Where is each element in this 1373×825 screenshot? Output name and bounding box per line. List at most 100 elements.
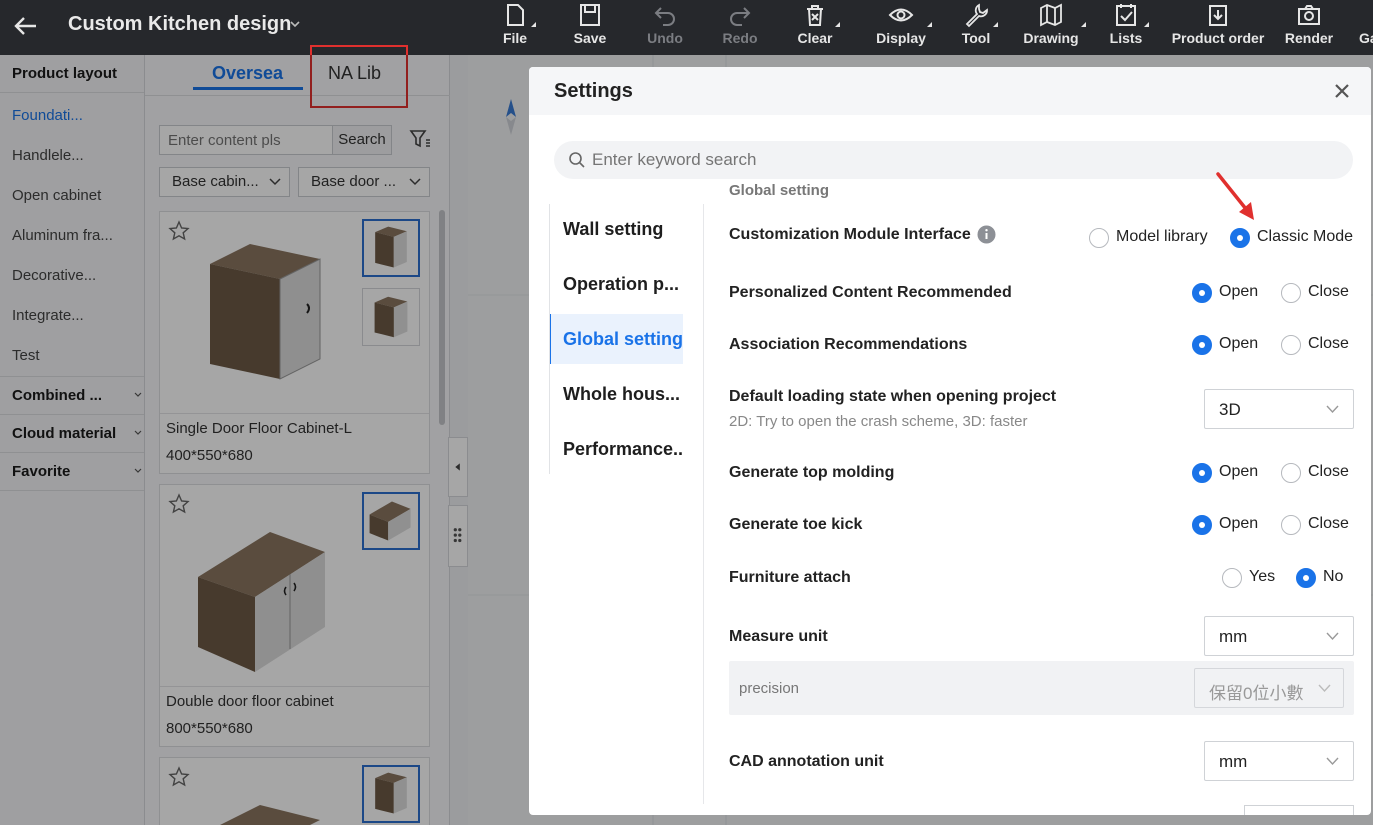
radio-dot <box>1281 335 1301 355</box>
nav-track <box>549 204 550 474</box>
radio-classic-mode[interactable]: Classic Mode <box>1230 228 1354 250</box>
radio-open[interactable]: Open <box>1192 515 1262 537</box>
dialog-header: Settings <box>529 67 1371 115</box>
radio-label: Open <box>1219 515 1259 532</box>
info-icon[interactable] <box>977 225 996 244</box>
tool-label: Ga <box>1359 30 1373 46</box>
tool-label: Save <box>573 30 607 46</box>
redo-icon <box>730 7 751 26</box>
radio-dot <box>1281 463 1301 483</box>
radio-dot <box>1281 283 1301 303</box>
precision-label: precision <box>739 680 800 697</box>
dropdown-corner <box>1081 22 1086 27</box>
nav-global-setting[interactable]: Global setting <box>549 314 683 364</box>
tool-label: Display <box>876 30 926 46</box>
undo-icon <box>654 7 675 26</box>
tool-label: Product order <box>1171 30 1265 46</box>
radio-label: Classic Mode <box>1257 228 1354 245</box>
radio-label: Close <box>1308 463 1349 480</box>
tool-product-order[interactable]: Product order <box>1171 2 1265 52</box>
tool-label: Tool <box>961 30 991 46</box>
eye-icon <box>888 8 914 22</box>
select-value: 保留0位小數 <box>1209 684 1304 703</box>
map-icon <box>1040 3 1062 27</box>
order-icon <box>1209 5 1227 26</box>
radio-no[interactable]: No <box>1296 568 1356 590</box>
tool-drawing[interactable]: Drawing <box>1022 2 1086 52</box>
setting-label: Association Recommendations <box>729 336 968 353</box>
radio-dot <box>1192 335 1212 355</box>
radio-open[interactable]: Open <box>1192 283 1262 305</box>
radio-dot <box>1281 515 1301 535</box>
annotation-arrow-icon <box>1216 172 1254 220</box>
radio-open[interactable]: Open <box>1192 463 1262 485</box>
tool-ga[interactable]: Ga <box>1359 2 1373 52</box>
tool-lists[interactable]: Lists <box>1109 2 1149 52</box>
tool-label: Clear <box>797 30 833 46</box>
select-value: mm <box>1219 752 1248 771</box>
radio-yes[interactable]: Yes <box>1222 568 1282 590</box>
search-icon <box>569 152 585 168</box>
measure-unit-select[interactable]: mm <box>1204 616 1354 656</box>
select-value: mm <box>1219 627 1248 646</box>
dropdown-corner <box>993 22 998 27</box>
tool-label: Drawing <box>1023 30 1079 46</box>
radio-dot <box>1192 463 1212 483</box>
back-arrow-icon[interactable] <box>12 12 40 40</box>
nav-operation[interactable]: Operation p... <box>549 259 683 309</box>
default-loading-select[interactable]: 3D <box>1204 389 1354 429</box>
radio-model-library[interactable]: Model library <box>1089 228 1209 250</box>
tool-label: Undo <box>647 30 683 46</box>
select-value: 3D <box>1219 400 1241 419</box>
tool-label: Redo <box>722 30 758 46</box>
radio-open[interactable]: Open <box>1192 335 1262 357</box>
radio-label: Open <box>1219 463 1259 480</box>
nav-whole-house[interactable]: Whole hous... <box>549 369 683 419</box>
chevron-down-icon[interactable] <box>289 18 301 30</box>
next-setting-select[interactable] <box>1244 805 1354 815</box>
dropdown-corner <box>927 22 932 27</box>
tool-redo[interactable]: Redo <box>720 2 760 52</box>
radio-label: Close <box>1308 335 1349 352</box>
setting-label: Default loading state when opening proje… <box>729 388 1057 405</box>
dropdown-corner <box>1144 22 1149 27</box>
project-title[interactable]: Custom Kitchen design <box>68 13 291 36</box>
radio-close[interactable]: Close <box>1281 463 1351 485</box>
file-icon <box>507 4 524 26</box>
tool-save[interactable]: Save <box>571 2 609 52</box>
radio-close[interactable]: Close <box>1281 283 1351 305</box>
setting-label: Furniture attach <box>729 569 851 586</box>
radio-dot <box>1089 228 1109 248</box>
tool-label: File <box>502 30 528 46</box>
radio-close[interactable]: Close <box>1281 515 1351 537</box>
nav-wall-setting[interactable]: Wall setting <box>549 204 683 254</box>
chevron-down-icon <box>1326 405 1339 414</box>
radio-dot <box>1192 283 1212 303</box>
chevron-down-icon <box>1318 684 1331 693</box>
wrench-icon <box>965 3 988 28</box>
cad-unit-select[interactable]: mm <box>1204 741 1354 781</box>
tool-tool[interactable]: Tool <box>960 2 998 52</box>
tool-file[interactable]: File <box>500 2 536 52</box>
radio-label: Yes <box>1249 568 1276 585</box>
chevron-down-icon <box>1326 632 1339 641</box>
close-icon[interactable] <box>1333 82 1351 100</box>
nav-performance[interactable]: Performance... <box>549 424 683 474</box>
radio-dot <box>1192 515 1212 535</box>
radio-dot <box>1230 228 1250 248</box>
setting-label: Customization Module Interface <box>729 226 971 243</box>
radio-label: Open <box>1219 283 1259 300</box>
dropdown-corner <box>531 22 536 27</box>
settings-nav: Wall setting Operation p... Global setti… <box>549 204 704 804</box>
setting-label: Generate toe kick <box>729 516 863 533</box>
radio-label: Model library <box>1116 228 1208 245</box>
tool-display[interactable]: Display <box>876 2 932 52</box>
tool-clear[interactable]: Clear <box>796 2 840 52</box>
radio-label: Close <box>1308 283 1349 300</box>
dropdown-corner <box>835 22 840 27</box>
tool-icon-partial <box>1359 2 1373 28</box>
tool-undo[interactable]: Undo <box>645 2 685 52</box>
tool-render[interactable]: Render <box>1283 2 1335 52</box>
tool-label: Render <box>1284 30 1334 46</box>
radio-close[interactable]: Close <box>1281 335 1351 357</box>
